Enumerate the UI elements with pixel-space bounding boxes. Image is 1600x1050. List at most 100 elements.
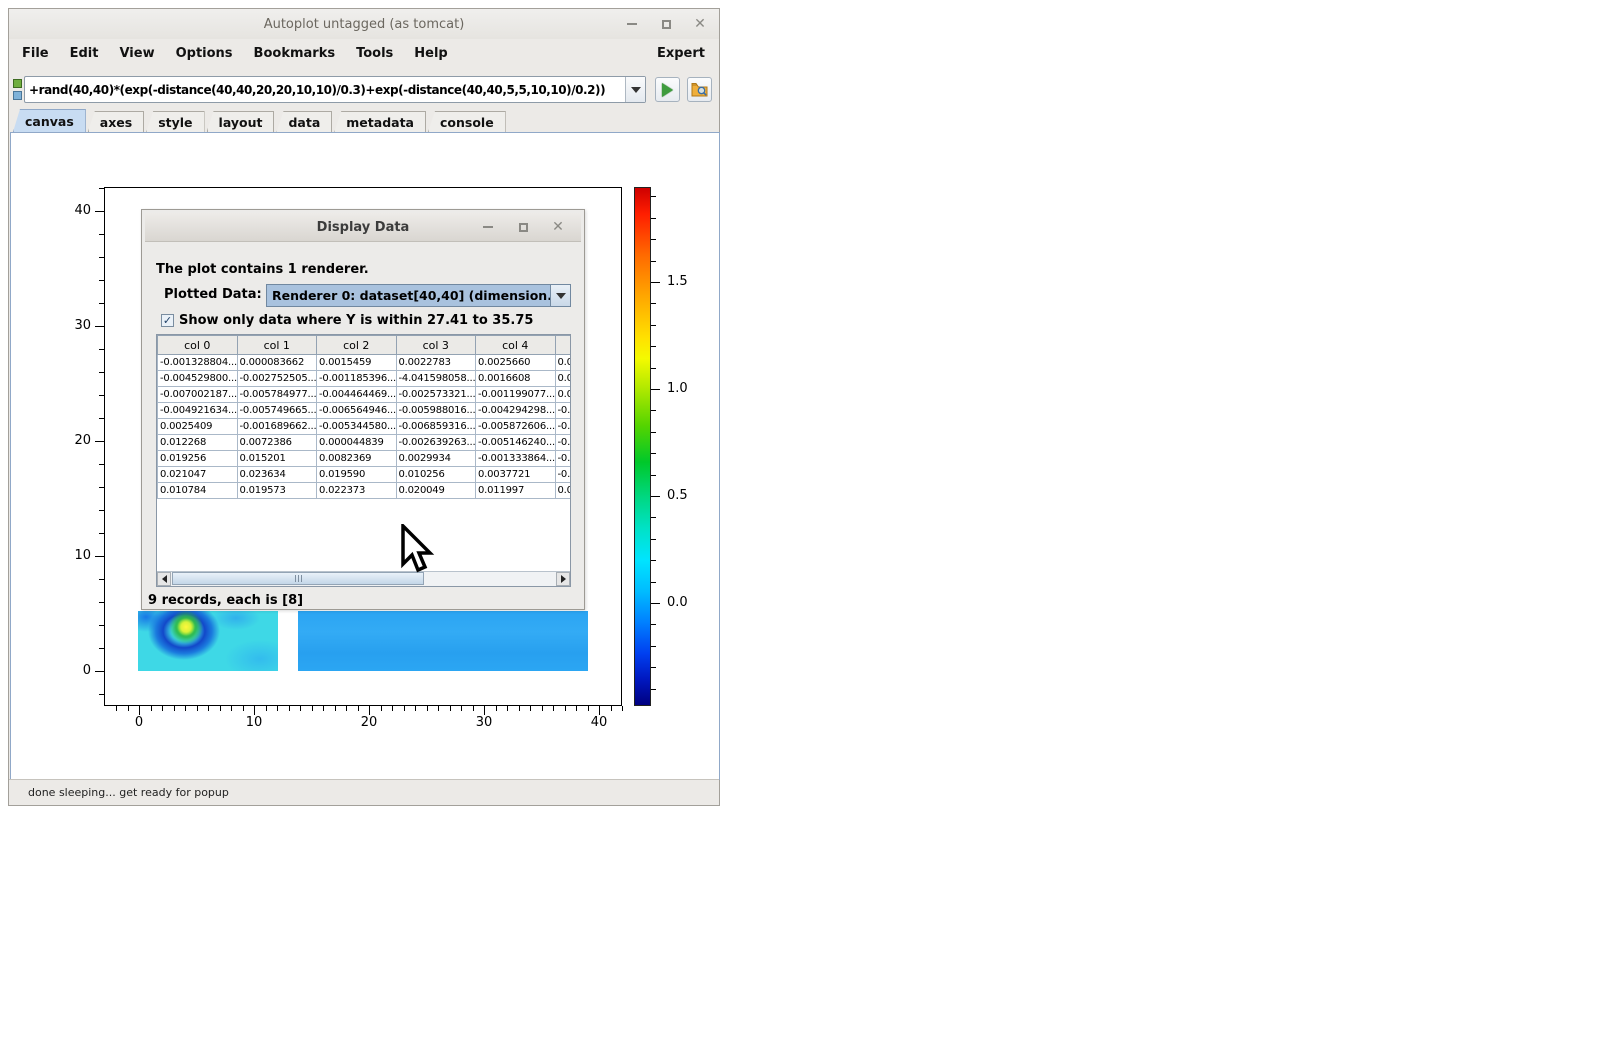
table-cell[interactable]: -0.006859316...: [396, 419, 476, 435]
table-cell[interactable]: 0.0016608: [476, 371, 556, 387]
plotted-data-dropdown-button[interactable]: [550, 285, 570, 306]
table-cell[interactable]: -0.004921634...: [158, 403, 238, 419]
table-cell[interactable]: 0.021047: [158, 467, 238, 483]
menu-item-tools[interactable]: Tools: [356, 46, 393, 61]
table-cell[interactable]: -0.005988016...: [396, 403, 476, 419]
axis-tick: [99, 303, 104, 304]
column-header[interactable]: col 0: [158, 336, 238, 355]
scrollbar-thumb[interactable]: [172, 572, 424, 585]
table-cell[interactable]: -0.001689662...: [237, 419, 317, 435]
table-cell[interactable]: -0.002752505...: [237, 371, 317, 387]
expert-menu[interactable]: Expert: [657, 46, 705, 61]
menu-item-help[interactable]: Help: [414, 46, 447, 61]
table-cell[interactable]: 0.0025409: [158, 419, 238, 435]
column-header[interactable]: col 3: [396, 336, 476, 355]
table-cell[interactable]: -0.002573321...: [396, 387, 476, 403]
dialog-titlebar[interactable]: Display Data ✕: [145, 213, 581, 242]
datasource-status-green-icon: [13, 79, 22, 88]
tab-metadata[interactable]: metadata: [334, 111, 426, 132]
table-cell[interactable]: 0.022373: [317, 483, 397, 499]
table-cell[interactable]: -0.005872606...: [476, 419, 556, 435]
window-titlebar[interactable]: Autoplot untagged (as tomcat) ✕: [9, 9, 719, 39]
filter-checkbox[interactable]: ✓: [161, 314, 174, 327]
table-cell[interactable]: -0.001333864...: [476, 451, 556, 467]
menu-item-options[interactable]: Options: [176, 46, 233, 61]
table-cell[interactable]: -0.004529800...: [158, 371, 238, 387]
table-cell[interactable]: -0.006564946...: [317, 403, 397, 419]
table-cell[interactable]: -0.005146240...: [476, 435, 556, 451]
filter-checkbox-label[interactable]: Show only data where Y is within 27.41 t…: [179, 313, 533, 328]
table-cell[interactable]: -0.001185396...: [317, 371, 397, 387]
dialog-minimize-icon[interactable]: [479, 218, 497, 236]
table-cell[interactable]: -0.0: [555, 403, 571, 419]
table-cell[interactable]: 0.0072386: [237, 435, 317, 451]
table-cell[interactable]: -0.005344580...: [317, 419, 397, 435]
table-cell[interactable]: 0.0022783: [396, 355, 476, 371]
axis-tick: [174, 706, 175, 711]
menu-item-edit[interactable]: Edit: [70, 46, 99, 61]
table-cell[interactable]: 0.0029934: [396, 451, 476, 467]
dialog-close-icon[interactable]: ✕: [549, 218, 567, 236]
inspect-uri-button[interactable]: [687, 77, 712, 102]
maximize-icon[interactable]: [657, 15, 675, 33]
table-cell[interactable]: 0.012268: [158, 435, 238, 451]
scroll-right-button[interactable]: [556, 572, 570, 586]
table-cell[interactable]: 0.019573: [237, 483, 317, 499]
table-cell[interactable]: -0.0: [555, 467, 571, 483]
column-header[interactable]: col 1: [237, 336, 317, 355]
go-play-button[interactable]: [655, 77, 680, 102]
table-cell[interactable]: 0.00: [555, 371, 571, 387]
table-cell[interactable]: 0.0015459: [317, 355, 397, 371]
table-cell[interactable]: 0.0025660: [476, 355, 556, 371]
column-header[interactable]: col 4: [476, 336, 556, 355]
table-cell[interactable]: 0.023634: [237, 467, 317, 483]
table-cell[interactable]: 0.015201: [237, 451, 317, 467]
table-cell[interactable]: 0.0037721: [476, 467, 556, 483]
table-cell[interactable]: -4.041598058...: [396, 371, 476, 387]
minimize-icon[interactable]: [623, 15, 641, 33]
table-cell[interactable]: 0.00: [555, 483, 571, 499]
dialog-maximize-icon[interactable]: [514, 218, 532, 236]
tab-style[interactable]: style: [146, 111, 204, 132]
table-cell[interactable]: -0.005749665...: [237, 403, 317, 419]
table-cell[interactable]: -0.004294298...: [476, 403, 556, 419]
table-cell[interactable]: 0.00: [555, 355, 571, 371]
table-cell[interactable]: 0.000083662: [237, 355, 317, 371]
table-cell[interactable]: -0.001328804...: [158, 355, 238, 371]
scrollbar-track[interactable]: [171, 572, 556, 586]
table-cell[interactable]: 0.019256: [158, 451, 238, 467]
table-cell[interactable]: 0.010256: [396, 467, 476, 483]
uri-dropdown-button[interactable]: [625, 77, 645, 102]
uri-combobox[interactable]: +rand(40,40)*(exp(-distance(40,40,20,20,…: [24, 76, 646, 103]
table-cell[interactable]: 0.019590: [317, 467, 397, 483]
column-header[interactable]: col 2: [317, 336, 397, 355]
scroll-left-button[interactable]: [157, 572, 171, 586]
tab-console[interactable]: console: [428, 111, 506, 132]
table-cell[interactable]: -0.002639263...: [396, 435, 476, 451]
menu-item-bookmarks[interactable]: Bookmarks: [254, 46, 336, 61]
tab-layout[interactable]: layout: [207, 111, 275, 132]
menu-item-view[interactable]: View: [119, 46, 154, 61]
column-header[interactable]: [555, 336, 571, 355]
table-cell[interactable]: 0.011997: [476, 483, 556, 499]
table-cell[interactable]: -0.005784977...: [237, 387, 317, 403]
table-cell[interactable]: 0.010784: [158, 483, 238, 499]
table-cell[interactable]: 0.020049: [396, 483, 476, 499]
uri-input[interactable]: +rand(40,40)*(exp(-distance(40,40,20,20,…: [25, 83, 625, 97]
horizontal-scrollbar[interactable]: [157, 571, 570, 586]
tab-data[interactable]: data: [276, 111, 332, 132]
tab-canvas[interactable]: canvas: [13, 109, 86, 132]
table-cell[interactable]: -0.0: [555, 419, 571, 435]
table-cell[interactable]: 0.000044839: [317, 435, 397, 451]
table-cell[interactable]: 0.00: [555, 387, 571, 403]
table-cell[interactable]: -0.007002187...: [158, 387, 238, 403]
table-cell[interactable]: -0.0: [555, 451, 571, 467]
menu-item-file[interactable]: File: [22, 46, 49, 61]
table-cell[interactable]: -0.0: [555, 435, 571, 451]
table-cell[interactable]: -0.001199077...: [476, 387, 556, 403]
tab-axes[interactable]: axes: [88, 111, 144, 132]
table-cell[interactable]: 0.0082369: [317, 451, 397, 467]
plotted-data-combobox[interactable]: Renderer 0: dataset[40,40] (dimension...: [266, 284, 571, 307]
table-cell[interactable]: -0.004464469...: [317, 387, 397, 403]
close-icon[interactable]: ✕: [691, 15, 709, 33]
